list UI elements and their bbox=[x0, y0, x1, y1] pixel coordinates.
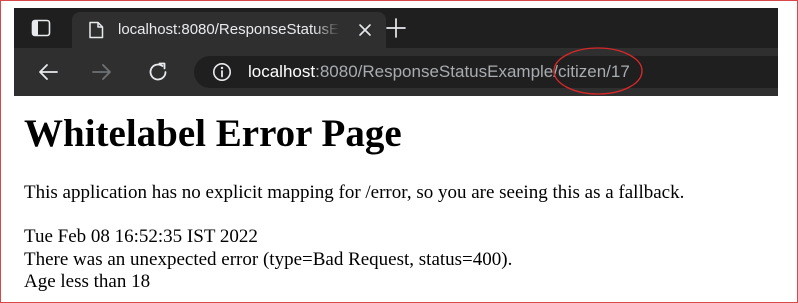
reload-icon[interactable] bbox=[146, 60, 170, 84]
browser-tab[interactable]: localhost:8080/ResponseStatusExample/cit… bbox=[72, 12, 386, 48]
back-arrow-icon[interactable] bbox=[36, 60, 60, 84]
tab-strip: localhost:8080/ResponseStatusExample/cit… bbox=[14, 8, 778, 48]
toolbar: localhost:8080/ResponseStatusExample/cit… bbox=[14, 48, 778, 96]
page-icon bbox=[89, 21, 104, 39]
explanation-text: This application has no explicit mapping… bbox=[24, 182, 685, 203]
highlight-ellipse bbox=[553, 47, 643, 95]
browser-chrome: localhost:8080/ResponseStatusExample/cit… bbox=[14, 8, 778, 96]
timestamp-text: Tue Feb 08 16:52:35 IST 2022 bbox=[24, 226, 258, 247]
address-bar[interactable]: localhost:8080/ResponseStatusExample/cit… bbox=[194, 56, 778, 88]
tab-actions-icon[interactable] bbox=[30, 17, 52, 39]
error-details-text: There was an unexpected error (type=Bad … bbox=[24, 249, 513, 270]
url-host: localhost bbox=[248, 62, 316, 81]
page-title: Whitelabel Error Page bbox=[24, 112, 402, 155]
tab-title: localhost:8080/ResponseStatusExample/cit… bbox=[118, 21, 340, 38]
plus-icon[interactable] bbox=[386, 18, 406, 38]
close-icon[interactable] bbox=[358, 23, 372, 37]
error-message-text: Age less than 18 bbox=[24, 271, 151, 292]
info-icon[interactable] bbox=[212, 62, 232, 82]
forward-arrow-icon bbox=[92, 64, 111, 80]
